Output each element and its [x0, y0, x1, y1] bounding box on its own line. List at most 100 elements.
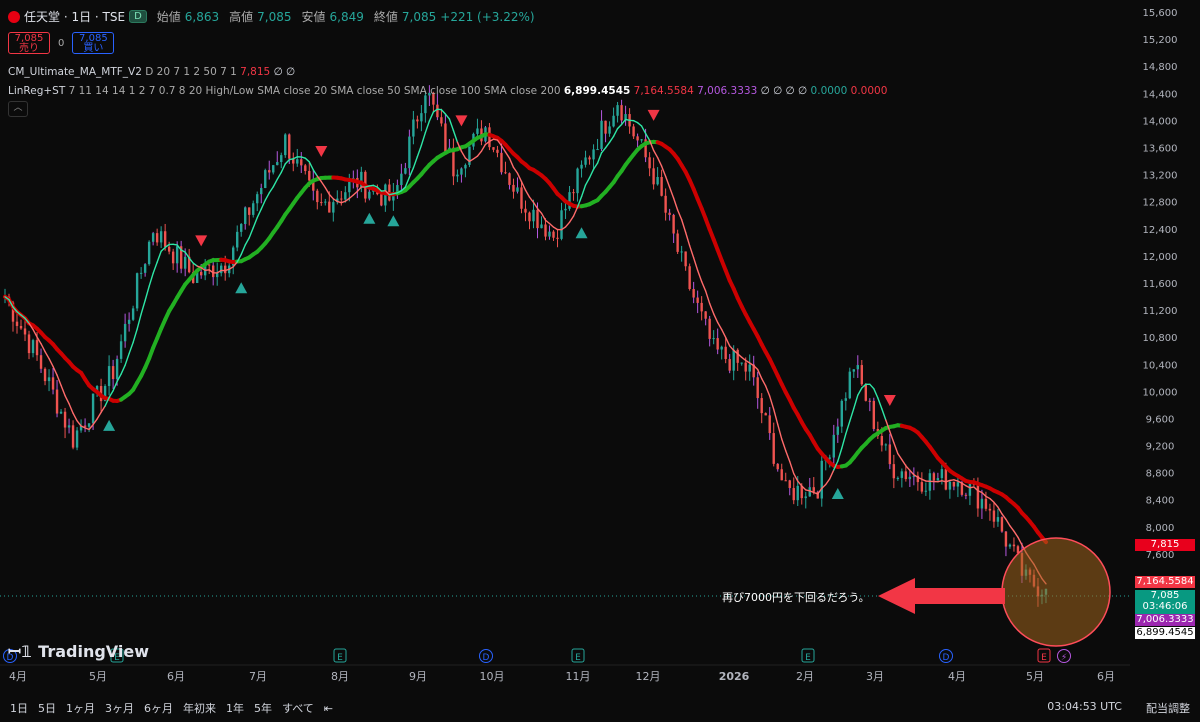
- candle: [560, 202, 563, 241]
- range-3m[interactable]: 3ヶ月: [105, 700, 134, 716]
- y-tick-label: 8,000: [1146, 523, 1175, 534]
- earnings-badge[interactable]: E: [801, 648, 815, 663]
- candle: [207, 264, 211, 275]
- fast-ma-segment: [528, 196, 535, 204]
- fast-ma-segment: [588, 168, 595, 179]
- fast-ma-segment: [440, 109, 447, 115]
- fast-ma-segment: [616, 123, 623, 130]
- x-axis: 4月 5月 6月 7月 8月 9月 10月 11月 12月 2026 2月 3月 4月 5月 6月: [9, 670, 1115, 683]
- x-tick-label: 2月: [796, 670, 814, 683]
- candle: [576, 167, 579, 202]
- x-tick-label: 4月: [9, 670, 27, 683]
- fast-ma-segment: [700, 280, 707, 292]
- indicator-linreg[interactable]: LinReg+ST 7 11 14 14 1 2 7 0.7 8 20 High…: [8, 85, 887, 97]
- range-5d[interactable]: 5日: [38, 700, 56, 716]
- candle: [632, 123, 635, 140]
- candle: [528, 211, 531, 230]
- fast-ma-segment: [280, 163, 286, 174]
- candle: [512, 178, 515, 199]
- svg-text:D: D: [483, 653, 490, 663]
- fast-ma-segment: [785, 450, 791, 463]
- fast-ma-segment: [472, 155, 479, 160]
- range-1m[interactable]: 1ヶ月: [66, 700, 95, 716]
- fast-ma-segment: [64, 394, 70, 405]
- candle: [748, 354, 751, 381]
- fast-ma-segment: [72, 412, 78, 422]
- svg-text:E: E: [575, 653, 581, 663]
- candle: [456, 169, 459, 183]
- range-5y[interactable]: 5年: [254, 700, 272, 716]
- fast-ma-segment: [240, 244, 246, 256]
- fast-ma-segment: [572, 206, 579, 217]
- candle: [568, 186, 571, 211]
- fast-ma-segment: [789, 460, 795, 475]
- sell-button[interactable]: 7,085 売り: [8, 32, 50, 54]
- earnings-badge[interactable]: E: [1037, 648, 1051, 663]
- fast-ma-segment: [408, 167, 415, 178]
- range-1y[interactable]: 1年: [226, 700, 244, 716]
- buy-signal-marker: [387, 215, 400, 227]
- fast-ma-segment: [40, 343, 46, 353]
- linreg-price-badge: 7,164.5584: [1135, 576, 1195, 588]
- candle: [340, 190, 343, 206]
- fast-ma-segment: [328, 193, 335, 200]
- countdown: 03:46:06: [1142, 601, 1188, 612]
- fast-ma-segment: [608, 135, 615, 144]
- fast-ma-segment: [636, 121, 643, 127]
- date-range-icon[interactable]: ⇤: [324, 702, 333, 715]
- candle: [804, 491, 807, 509]
- fast-ma-segment: [993, 501, 999, 508]
- candle: [256, 191, 259, 212]
- candle: [131, 305, 135, 322]
- fast-ma-segment: [128, 341, 134, 355]
- candle: [612, 107, 615, 128]
- candle: [492, 147, 495, 153]
- indicator-cm-ma[interactable]: CM_Ultimate_MA_MTF_V2 D 20 7 1 2 50 7 1 …: [8, 66, 295, 78]
- tradingview-logo[interactable]: ꟷ𝟙 TradingView: [8, 640, 149, 662]
- candle: [844, 392, 847, 411]
- dividend-badge[interactable]: D: [939, 649, 953, 664]
- dividend-badge[interactable]: D: [129, 10, 147, 23]
- range-ytd[interactable]: 年初来: [183, 700, 216, 716]
- candle: [700, 296, 703, 321]
- candle: [1008, 543, 1012, 549]
- candle: [872, 397, 876, 432]
- candle: [820, 452, 823, 507]
- dividend-badge[interactable]: D: [479, 649, 493, 664]
- clock-time[interactable]: 03:04:53 UTC: [1047, 700, 1122, 716]
- symbol-title[interactable]: 任天堂 · 1日 · TSE: [24, 8, 125, 25]
- fast-ma-segment: [428, 111, 435, 122]
- earnings-badge[interactable]: E: [571, 648, 585, 663]
- candle: [300, 152, 303, 173]
- candle: [47, 369, 51, 392]
- dividend-badge[interactable]: ⚡: [1057, 649, 1071, 664]
- fast-ma-segment: [60, 384, 66, 397]
- candle: [147, 240, 151, 266]
- candle: [396, 179, 399, 199]
- fast-ma-segment: [656, 156, 663, 167]
- candle: [504, 161, 507, 175]
- range-6m[interactable]: 6ヶ月: [144, 700, 173, 716]
- fast-ma-segment: [108, 390, 114, 399]
- candle: [276, 151, 279, 166]
- candle: [668, 208, 671, 221]
- candle: [728, 354, 731, 374]
- candle: [316, 188, 319, 210]
- x-tick-label: 4月: [948, 670, 966, 683]
- range-all[interactable]: すべて: [282, 700, 314, 716]
- fast-ma-segment: [869, 383, 875, 390]
- price-chart[interactable]: 6,4006,8007,2007,6008,0008,4008,8009,200…: [0, 0, 1200, 722]
- fast-ma-segment: [612, 127, 619, 138]
- earnings-badge[interactable]: E: [333, 648, 347, 663]
- buy-button[interactable]: 7,085 買い: [72, 32, 115, 54]
- fast-ma-segment: [512, 166, 519, 174]
- fast-ma-segment: [264, 192, 270, 201]
- candle: [392, 182, 395, 211]
- dividend-adjust-toggle[interactable]: 配当調整: [1146, 700, 1190, 716]
- fast-ma-segment: [596, 152, 603, 164]
- candle: [736, 348, 739, 371]
- candle: [696, 290, 699, 314]
- fast-ma-segment: [881, 408, 887, 421]
- range-1d[interactable]: 1日: [10, 700, 28, 716]
- collapse-indicators-icon[interactable]: ︿: [8, 101, 28, 117]
